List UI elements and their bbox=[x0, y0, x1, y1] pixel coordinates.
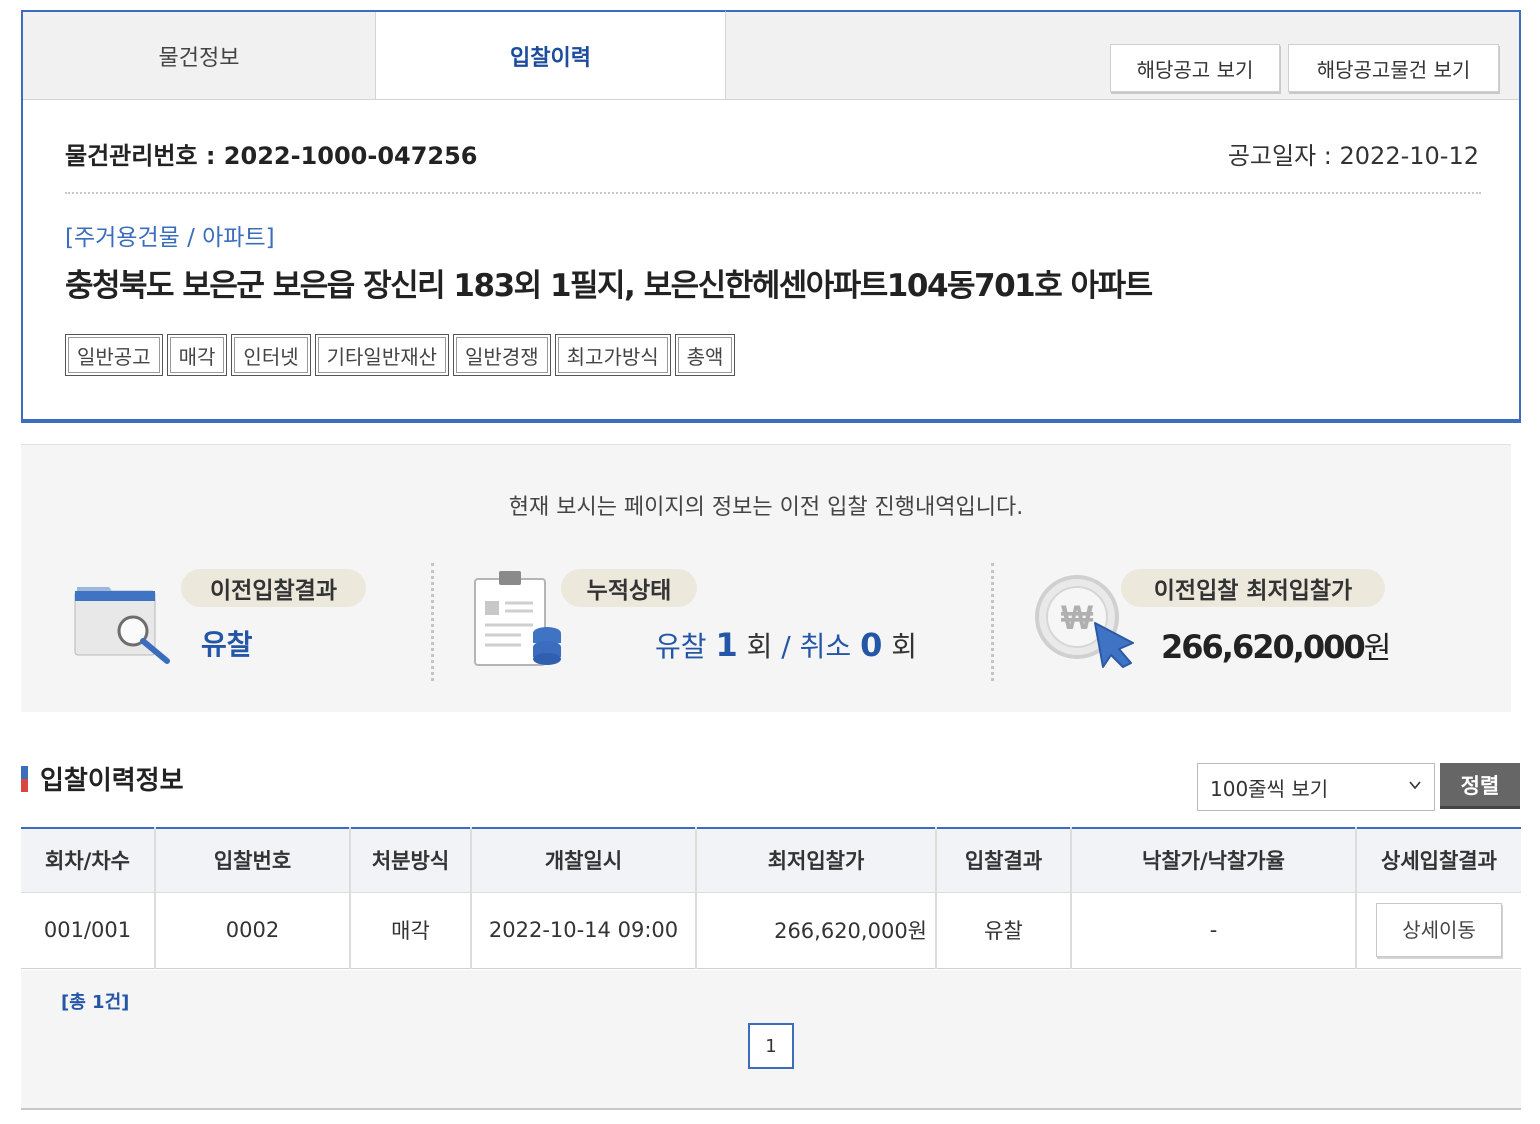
tag: 일반공고 bbox=[65, 334, 163, 376]
view-notice-button[interactable]: 해당공고 보기 bbox=[1110, 44, 1280, 92]
rows-per-page-value: 100줄씩 보기 bbox=[1210, 776, 1329, 801]
separator: / bbox=[781, 630, 791, 663]
col-header-open-datetime: 개찰일시 bbox=[471, 828, 697, 893]
prev-result-value: 유찰 bbox=[201, 628, 253, 661]
tag-label: 기타일반재산 bbox=[317, 337, 447, 373]
section-marker bbox=[21, 766, 28, 792]
tag-label: 인터넷 bbox=[234, 337, 308, 373]
tab-item-info[interactable]: 물건정보 bbox=[23, 12, 376, 100]
tag: 일반경쟁 bbox=[453, 334, 551, 376]
item-category: [주거용건물 / 아파트] bbox=[65, 225, 275, 251]
won-unit: 원 bbox=[1363, 631, 1392, 666]
col-header-detail: 상세입찰결과 bbox=[1356, 828, 1521, 893]
tab-bar: 물건정보 입찰이력 해당공고 보기 해당공고물건 보기 bbox=[23, 10, 1519, 100]
tag: 최고가방식 bbox=[554, 334, 671, 376]
detail-move-button[interactable]: 상세이동 bbox=[1376, 903, 1502, 957]
chevron-down-icon bbox=[1409, 781, 1421, 790]
view-notice-items-button[interactable]: 해당공고물건 보기 bbox=[1288, 44, 1499, 92]
bid-history-table: 회차/차수 입찰번호 처분방식 개찰일시 최저입찰가 입찰결과 낙찰가/낙찰가율… bbox=[21, 827, 1521, 969]
tag: 인터넷 bbox=[231, 334, 311, 376]
table-footer: [총 1건] 1 bbox=[21, 970, 1521, 1110]
tag-label: 매각 bbox=[169, 337, 225, 373]
divider bbox=[65, 192, 1481, 194]
cumulative-counts: 유찰 1 회 / 취소 0 회 bbox=[655, 625, 917, 665]
min-price-value: 266,620,000 bbox=[1161, 628, 1366, 666]
divider bbox=[991, 563, 994, 681]
times-unit: 회 bbox=[746, 630, 773, 663]
prev-result-label: 이전입찰결과 bbox=[181, 569, 366, 607]
tag-label: 일반경쟁 bbox=[456, 337, 548, 373]
cell-method: 매각 bbox=[350, 892, 472, 969]
history-notice: 현재 보시는 페이지의 정보는 이전 입찰 진행내역입니다. bbox=[508, 495, 1024, 520]
cancel-label: 취소 bbox=[799, 630, 852, 663]
cumulative-label: 누적상태 bbox=[561, 569, 697, 607]
cell-bid-no: 0002 bbox=[155, 892, 351, 969]
col-header-method: 처분방식 bbox=[350, 828, 472, 893]
cell-min-price: 266,620,000원 bbox=[696, 892, 937, 969]
divider bbox=[431, 563, 434, 681]
tag-label: 일반공고 bbox=[68, 337, 160, 373]
times-unit: 회 bbox=[891, 630, 917, 663]
fail-count: 1 bbox=[715, 626, 738, 664]
table-row: 001/001 0002 매각 2022-10-14 09:00 266,620… bbox=[21, 892, 1521, 969]
cell-detail: 상세이동 bbox=[1356, 892, 1521, 969]
col-header-winning: 낙찰가/낙찰가율 bbox=[1071, 828, 1357, 893]
min-price-label: 이전입찰 최저입찰가 bbox=[1121, 569, 1385, 607]
tag: 기타일반재산 bbox=[314, 334, 450, 376]
tag: 매각 bbox=[166, 334, 228, 376]
cell-result: 유찰 bbox=[936, 892, 1072, 969]
svg-text:₩: ₩ bbox=[1061, 599, 1094, 637]
management-number-label: 물건관리번호 : bbox=[65, 142, 216, 170]
item-address: 충청북도 보은군 보은읍 장신리 183외 1필지, 보은신한헤센아파트104동… bbox=[65, 268, 1153, 304]
page-button-1[interactable]: 1 bbox=[748, 1023, 794, 1069]
min-price: 266,620,000원 bbox=[1161, 623, 1391, 667]
col-header-round: 회차/차수 bbox=[21, 828, 156, 893]
tag-label: 최고가방식 bbox=[557, 337, 668, 373]
sort-button[interactable]: 정렬 bbox=[1440, 763, 1520, 809]
col-header-result: 입찰결과 bbox=[936, 828, 1072, 893]
item-card: 물건정보 입찰이력 해당공고 보기 해당공고물건 보기 물건관리번호 : 202… bbox=[21, 10, 1521, 423]
tag: 총액 bbox=[674, 334, 736, 376]
cell-open-datetime: 2022-10-14 09:00 bbox=[471, 892, 697, 969]
tag-label: 총액 bbox=[677, 337, 733, 373]
cancel-count: 0 bbox=[860, 626, 883, 664]
table-header-row: 회차/차수 입찰번호 처분방식 개찰일시 최저입찰가 입찰결과 낙찰가/낙찰가율… bbox=[21, 828, 1521, 893]
previous-bid-summary: 현재 보시는 페이지의 정보는 이전 입찰 진행내역입니다. 이전입찰결과 유찰… bbox=[21, 444, 1511, 712]
section-title: 입찰이력정보 bbox=[40, 766, 184, 796]
notice-date-label: 공고일자 : bbox=[1227, 142, 1332, 170]
cell-round: 001/001 bbox=[21, 892, 156, 969]
col-header-min-price: 최저입찰가 bbox=[696, 828, 937, 893]
notice-date: 공고일자 : 2022-10-12 bbox=[1228, 136, 1479, 171]
col-header-bid-no: 입찰번호 bbox=[155, 828, 351, 893]
management-number: 물건관리번호 : 2022-1000-047256 bbox=[65, 136, 478, 171]
total-count: [총 1건] bbox=[61, 992, 130, 1013]
rows-per-page-select[interactable]: 100줄씩 보기 bbox=[1197, 763, 1435, 811]
fail-label: 유찰 bbox=[655, 630, 707, 663]
notice-date-value: 2022-10-12 bbox=[1339, 142, 1479, 170]
cell-winning: - bbox=[1071, 892, 1357, 969]
tab-bid-history[interactable]: 입찰이력 bbox=[376, 10, 726, 99]
management-number-value: 2022-1000-047256 bbox=[223, 142, 478, 170]
tag-list: 일반공고 매각 인터넷 기타일반재산 일반경쟁 최고가방식 총액 bbox=[65, 334, 736, 376]
folder-search-icon bbox=[74, 587, 170, 664]
clipboard-icon bbox=[474, 571, 561, 666]
